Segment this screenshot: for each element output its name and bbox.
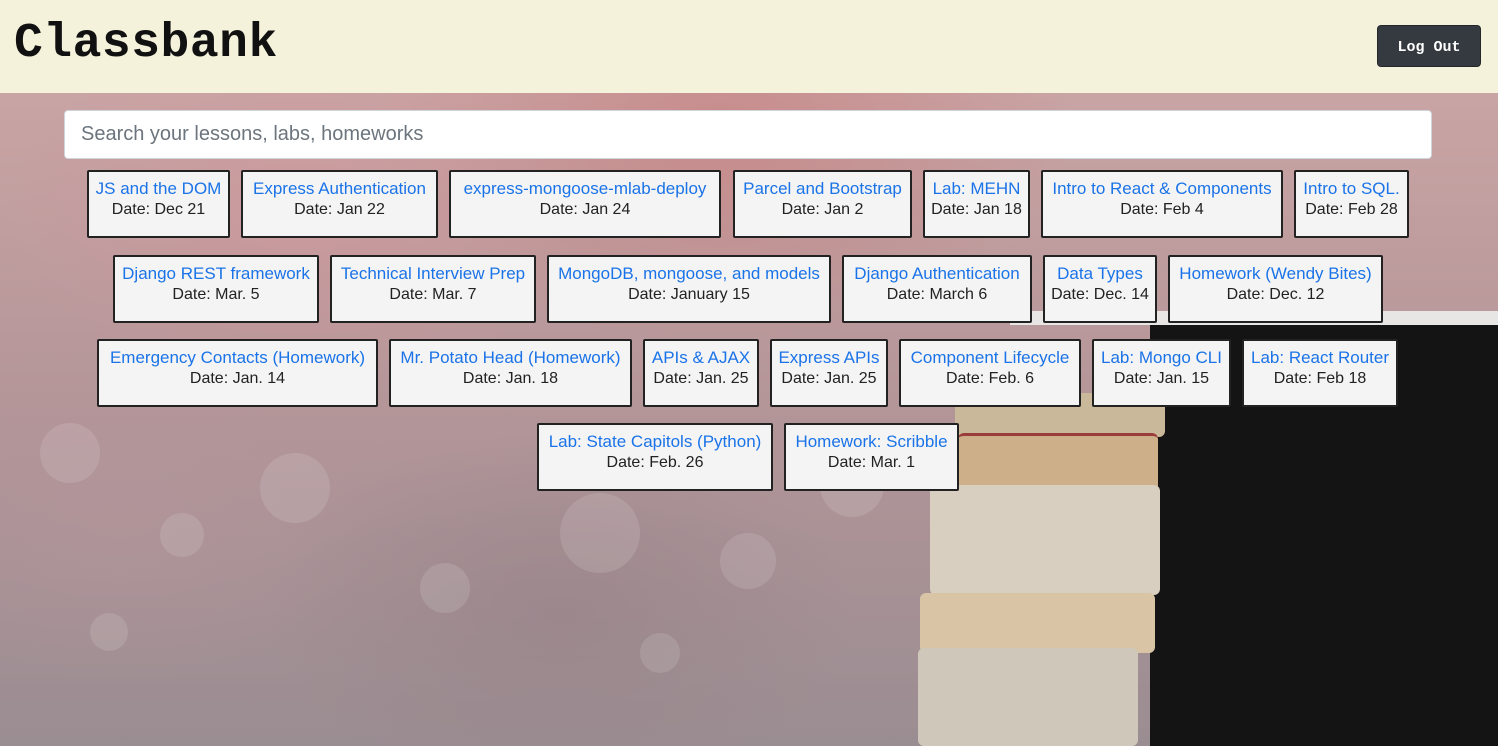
lesson-date: Date: Mar. 7 (389, 286, 477, 303)
lesson-card-list: JS and the DOM Date: Dec 21 Express Authen… (0, 0, 1498, 746)
lesson-date: Date: Dec. 12 (1226, 286, 1325, 303)
lesson-title-link[interactable]: express-mongoose-mlab-deploy (451, 179, 719, 199)
lesson-card[interactable]: Emergency Contacts (Homework) Date: Jan. … (97, 339, 378, 407)
lesson-title-link[interactable]: Homework: Scribble (786, 432, 957, 452)
lesson-date: Date: March 6 (886, 286, 988, 303)
lesson-card[interactable]: Component Lifecycle Date: Feb. 6 (899, 339, 1081, 407)
lesson-title-link[interactable]: Mr. Potato Head (Homework) (391, 348, 630, 368)
lesson-card[interactable]: Lab: Mongo CLI Date: Jan. 15 (1092, 339, 1231, 407)
lesson-title-link[interactable]: Technical Interview Prep (332, 264, 534, 284)
lesson-date: Date: Mar. 5 (172, 286, 260, 303)
lesson-title-link[interactable]: Emergency Contacts (Homework) (99, 348, 376, 368)
lesson-card[interactable]: Homework (Wendy Bites) Date: Dec. 12 (1168, 255, 1383, 323)
lesson-title-link[interactable]: Homework (Wendy Bites) (1170, 264, 1381, 284)
lesson-title-link[interactable]: Intro to React & Components (1043, 179, 1281, 199)
lesson-card[interactable]: Django Authentication Date: March 6 (842, 255, 1032, 323)
lesson-card[interactable]: Django REST framework Date: Mar. 5 (113, 255, 319, 323)
lesson-card[interactable]: Intro to React & Components Date: Feb 4 (1041, 170, 1283, 238)
lesson-date: Date: Jan. 25 (781, 370, 877, 387)
lesson-date: Date: Jan 22 (294, 201, 385, 218)
lesson-card[interactable]: Lab: React Router Date: Feb 18 (1242, 339, 1398, 407)
lesson-card[interactable]: Data Types Date: Dec. 14 (1043, 255, 1157, 323)
lesson-date: Date: Jan 24 (539, 201, 631, 218)
lesson-title-link[interactable]: MongoDB, mongoose, and models (549, 264, 829, 284)
lesson-card[interactable]: Homework: Scribble Date: Mar. 1 (784, 423, 959, 491)
lesson-card[interactable]: Intro to SQL. Date: Feb 28 (1294, 170, 1409, 238)
lesson-title-link[interactable]: JS and the DOM (89, 179, 228, 199)
lesson-title-link[interactable]: Intro to SQL. (1296, 179, 1407, 199)
lesson-date: Date: Dec. 14 (1051, 286, 1149, 303)
lesson-title-link[interactable]: Lab: Mongo CLI (1094, 348, 1229, 368)
lesson-date: Date: Jan 2 (781, 201, 864, 218)
lesson-date: Date: Feb. 6 (945, 370, 1035, 387)
lesson-card[interactable]: Express APIs Date: Jan. 25 (770, 339, 888, 407)
lesson-card[interactable]: Express Authentication Date: Jan 22 (241, 170, 438, 238)
lesson-card[interactable]: Parcel and Bootstrap Date: Jan 2 (733, 170, 912, 238)
lesson-title-link[interactable]: Express Authentication (243, 179, 436, 199)
lesson-card[interactable]: APIs & AJAX Date: Jan. 25 (643, 339, 759, 407)
lesson-card[interactable]: express-mongoose-mlab-deploy Date: Jan 24 (449, 170, 721, 238)
lesson-date: Date: Jan. 25 (653, 370, 749, 387)
lesson-title-link[interactable]: Lab: React Router (1244, 348, 1396, 368)
lesson-title-link[interactable]: Django REST framework (115, 264, 317, 284)
lesson-card[interactable]: Technical Interview Prep Date: Mar. 7 (330, 255, 536, 323)
lesson-title-link[interactable]: Lab: MEHN (925, 179, 1028, 199)
lesson-title-link[interactable]: Django Authentication (844, 264, 1030, 284)
lesson-card[interactable]: Mr. Potato Head (Homework) Date: Jan. 18 (389, 339, 632, 407)
lesson-date: Date: Feb 18 (1273, 370, 1367, 387)
lesson-card[interactable]: JS and the DOM Date: Dec 21 (87, 170, 230, 238)
lesson-date: Date: Jan. 14 (189, 370, 286, 387)
lesson-title-link[interactable]: APIs & AJAX (645, 348, 757, 368)
lesson-title-link[interactable]: Parcel and Bootstrap (735, 179, 910, 199)
lesson-date: Date: Mar. 1 (827, 454, 916, 471)
lesson-title-link[interactable]: Component Lifecycle (901, 348, 1079, 368)
lesson-title-link[interactable]: Data Types (1045, 264, 1155, 284)
lesson-date: Date: Jan. 15 (1113, 370, 1210, 387)
lesson-title-link[interactable]: Lab: State Capitols (Python) (539, 432, 771, 452)
lesson-date: Date: Feb 28 (1305, 201, 1398, 218)
lesson-date: Date: January 15 (628, 286, 750, 303)
lesson-date: Date: Jan 18 (931, 201, 1022, 218)
lesson-date: Date: Dec 21 (111, 201, 206, 218)
lesson-card[interactable]: MongoDB, mongoose, and models Date: Janua… (547, 255, 831, 323)
lesson-date: Date: Feb 4 (1120, 201, 1204, 218)
lesson-title-link[interactable]: Express APIs (772, 348, 886, 368)
lesson-card[interactable]: Lab: State Capitols (Python) Date: Feb. 2… (537, 423, 773, 491)
lesson-date: Date: Jan. 18 (462, 370, 559, 387)
lesson-card[interactable]: Lab: MEHN Date: Jan 18 (923, 170, 1030, 238)
lesson-date: Date: Feb. 26 (606, 454, 704, 471)
